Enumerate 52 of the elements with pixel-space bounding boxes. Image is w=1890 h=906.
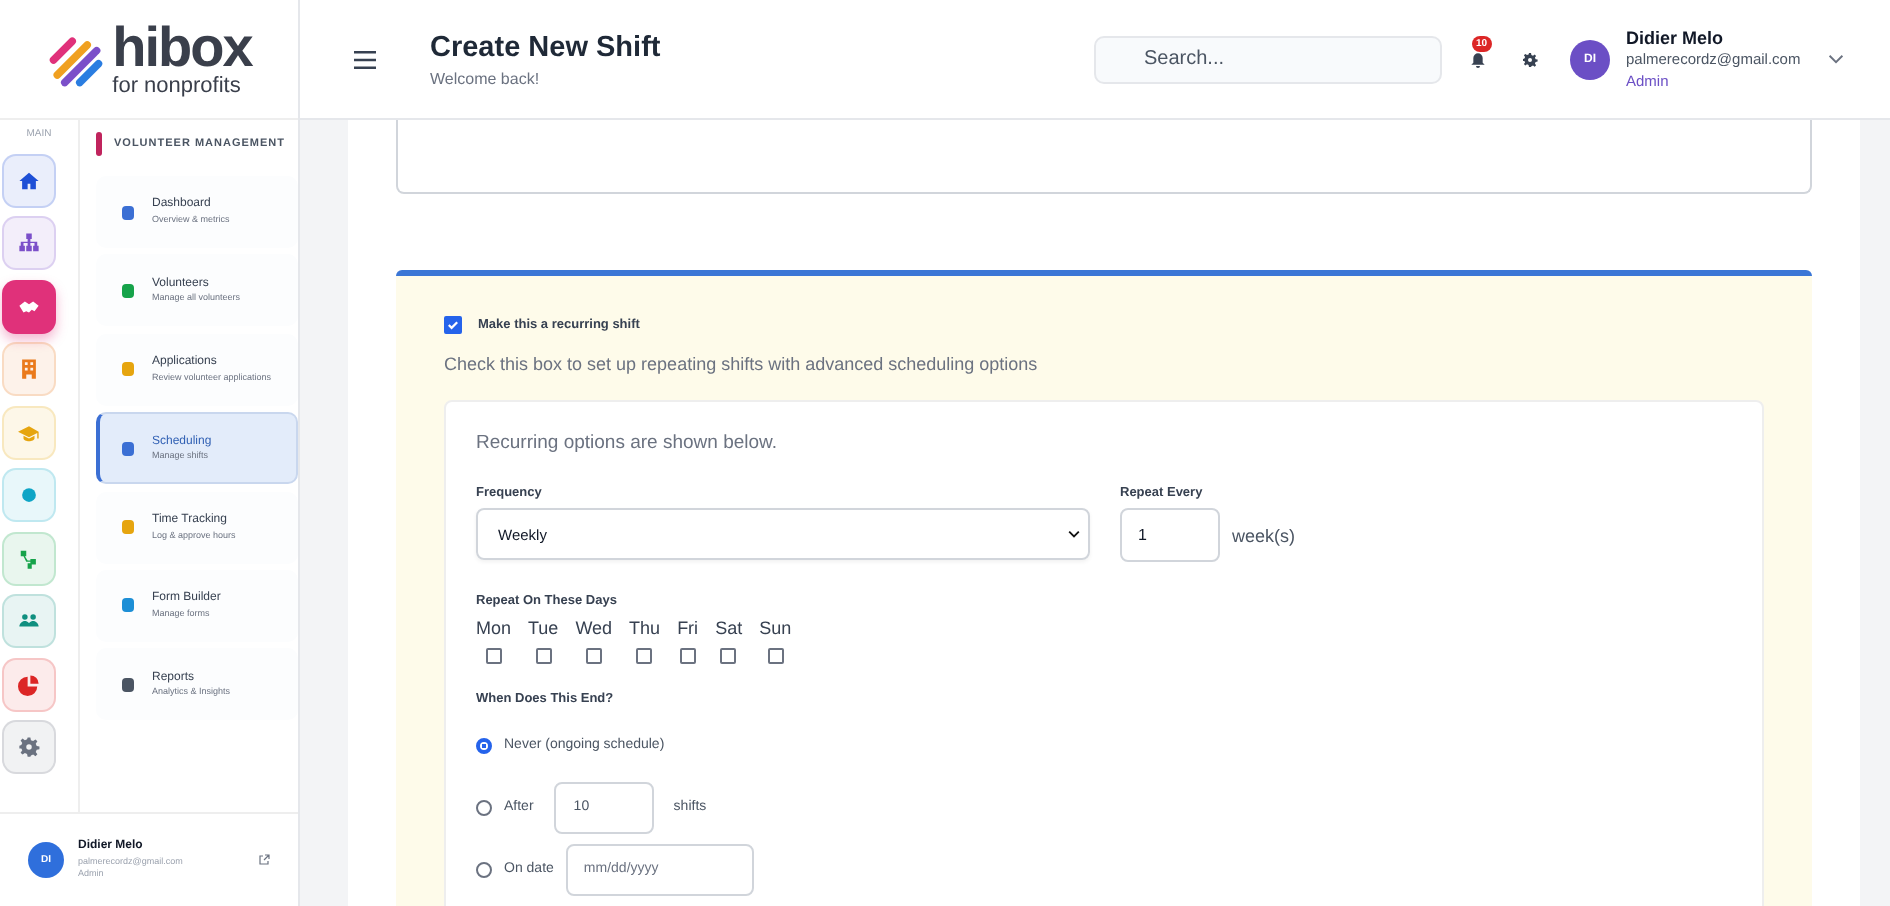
day-label: Wed (575, 618, 613, 638)
day-checkbox[interactable] (535, 648, 552, 664)
day-checkbox[interactable] (585, 648, 602, 664)
graduation-cap-icon (18, 421, 40, 443)
rail-button[interactable] (2, 531, 56, 585)
day-checkbox[interactable] (679, 648, 696, 664)
chevron-down-icon (1068, 530, 1080, 538)
home-icon (18, 169, 40, 191)
day-checkbox[interactable] (720, 648, 737, 664)
repeat-interval-field[interactable]: 1 (1120, 508, 1220, 562)
logo-tagline: for nonprofits (112, 76, 243, 98)
user-name: Didier Melo (1626, 26, 1726, 51)
day-checkbox[interactable] (485, 648, 502, 664)
rail-button[interactable] (2, 216, 56, 270)
rail-button[interactable] (2, 594, 56, 648)
day-checkbox[interactable] (767, 648, 784, 664)
rail-button[interactable] (2, 468, 56, 522)
rail-button[interactable] (2, 279, 56, 333)
interval-unit: week(s) (1232, 525, 1296, 545)
day-label: Sun (759, 618, 792, 638)
network-icon (18, 547, 40, 569)
logo-name: hibox (112, 20, 252, 76)
building-icon (18, 358, 40, 380)
page-subtitle: Welcome back! (430, 69, 542, 87)
rail-button[interactable] (2, 342, 56, 396)
rail-button[interactable] (2, 720, 56, 774)
rail-button[interactable] (2, 657, 56, 711)
circle-icon (18, 484, 40, 506)
chevron-down-icon[interactable] (1828, 54, 1844, 64)
external-link-icon[interactable] (258, 854, 270, 866)
search-field[interactable]: Search... (1094, 35, 1442, 83)
menu-icon[interactable] (354, 49, 376, 69)
page-title: Create New Shift (430, 31, 663, 63)
day-checkbox[interactable] (636, 648, 653, 664)
radio-button[interactable] (476, 861, 492, 877)
settings-icon[interactable] (1522, 51, 1538, 67)
recurring-checkbox[interactable] (444, 316, 462, 334)
day-label: Fri (677, 618, 699, 638)
day-label: Tue (528, 618, 559, 638)
help-text: Check this box to set up repeating shifts with advanced scheduling options (444, 354, 1040, 374)
day-label: Mon (476, 618, 512, 638)
pie-chart-icon (18, 673, 40, 695)
day-label: Sat (715, 618, 743, 638)
radio-button[interactable] (476, 737, 492, 753)
users-icon (18, 610, 40, 632)
day-label: Thu (629, 618, 661, 638)
bell-icon[interactable] (1470, 51, 1486, 67)
options-note: Recurring options are shown below. (476, 432, 780, 454)
radio-button[interactable] (476, 799, 492, 815)
sitemap-icon (18, 232, 40, 254)
rail-button[interactable] (2, 153, 56, 207)
settings-icon (18, 736, 40, 758)
